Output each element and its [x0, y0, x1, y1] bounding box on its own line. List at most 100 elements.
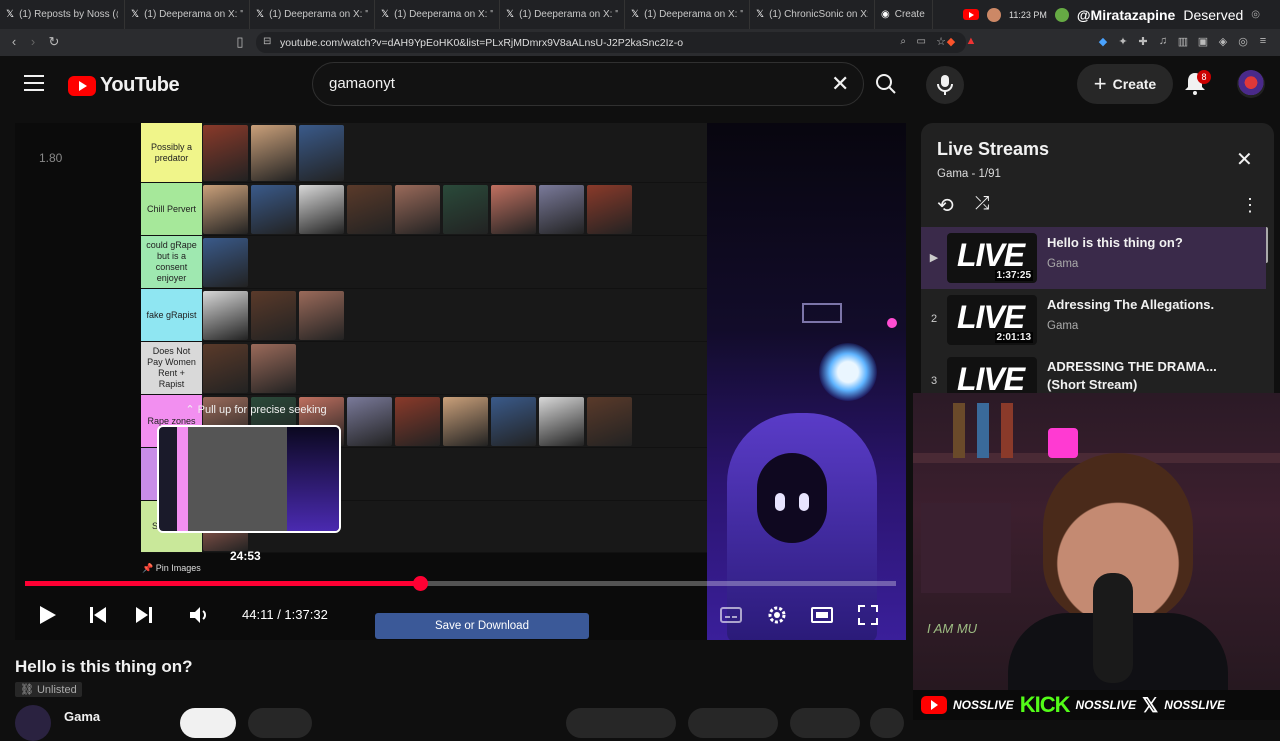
pin-images-text: Pin Images	[155, 563, 201, 573]
time-display: 44:11 / 1:37:32	[242, 607, 328, 622]
play-button[interactable]	[35, 603, 59, 627]
browser-tab[interactable]: 𝕏 (1) Deeperama on X: "LM	[375, 0, 500, 29]
search-value: gamaonyt	[329, 75, 395, 92]
shield-icon[interactable]: ▲	[964, 35, 978, 49]
browser-tab[interactable]: 𝕏 (1) Deeperama on X: "htt	[625, 0, 750, 29]
tier-thumbnail	[251, 344, 296, 393]
pepe-icon	[1054, 7, 1069, 22]
playlist-item[interactable]: 2 LIVE 2:01:13 Adressing The Allegations…	[921, 289, 1266, 351]
tier-label: Does Not Pay Women Rent + Rapist	[141, 342, 202, 394]
music-icon[interactable]: ♫	[1156, 35, 1170, 49]
preview-time: 24:53	[230, 549, 261, 563]
close-icon[interactable]: ✕	[1236, 147, 1253, 172]
channel-name[interactable]: Gama	[64, 709, 100, 724]
share-button[interactable]	[688, 708, 778, 738]
previous-button[interactable]	[86, 603, 110, 627]
tab-title: (1) Deeperama on X: "De	[144, 9, 243, 20]
puzzle-icon[interactable]: ✚	[1136, 35, 1150, 49]
search-input[interactable]: gamaonyt ✕	[312, 62, 864, 106]
url-field[interactable]: ⊟ youtube.com/watch?v=dAH9YpEoHK0&list=P…	[256, 32, 966, 53]
thumb-live-text: LIVE	[957, 299, 1025, 335]
moon-graphic	[819, 343, 877, 401]
volume-button[interactable]	[187, 603, 211, 627]
fullscreen-button[interactable]	[856, 603, 880, 627]
stream-social-banner: NOSSLIVE KICK NOSSLIVE 𝕏 NOSSLIVE	[913, 690, 1280, 720]
playlist-thumbnail: LIVE 2:01:13	[947, 295, 1037, 345]
tier-thumbnail	[395, 185, 440, 234]
browser-tab[interactable]: 𝕏 (1) Reposts by Noss (@N	[0, 0, 125, 29]
tier-row: Chill Pervert	[141, 183, 707, 236]
tier-thumbnail	[491, 397, 536, 446]
bookmark-icon[interactable]: ▯	[230, 34, 250, 50]
theater-mode-button[interactable]	[810, 603, 834, 627]
zoom-icon[interactable]: ⌕	[900, 36, 906, 47]
playlist-index: 3	[930, 375, 938, 387]
sidebar-icon[interactable]: ▥	[1176, 35, 1190, 49]
link-icon: ⛓	[20, 684, 34, 696]
subscribe-button[interactable]	[180, 708, 236, 738]
figure-eye-graphic	[775, 493, 785, 511]
extension-icon[interactable]: ✦	[1116, 35, 1130, 49]
browser-tab[interactable]: 𝕏 (1) Deeperama on X: "De	[125, 0, 250, 29]
join-button[interactable]	[248, 708, 312, 738]
cast-icon[interactable]: ▭	[917, 36, 926, 47]
browser-tab[interactable]: 𝕏 (1) Deeperama on X: "Th	[250, 0, 375, 29]
discord-icon: ◉	[881, 9, 890, 20]
progress-bar[interactable]	[25, 576, 896, 591]
save-button[interactable]	[790, 708, 860, 738]
settings-gear-icon[interactable]	[765, 603, 789, 627]
wallet-icon[interactable]: ▣	[1196, 35, 1210, 49]
close-icon[interactable]: ✕	[831, 71, 849, 97]
scrubber-handle[interactable]	[412, 576, 428, 591]
more-vert-icon[interactable]: ⋮	[1241, 195, 1259, 216]
vpn-icon[interactable]: ◈	[1216, 35, 1230, 49]
youtube-icon	[963, 9, 980, 20]
browser-tab[interactable]: 𝕏 (1) Deeperama on X: "htt	[500, 0, 625, 29]
microphone-icon	[1093, 573, 1133, 683]
tier-label: Possibly a predator	[141, 123, 202, 182]
next-button[interactable]	[132, 603, 156, 627]
video-player[interactable]: 1.80 Possibly a predator Chill Pervert cou…	[15, 123, 906, 640]
overlay-handle: @Miratazapine	[1076, 6, 1176, 23]
playlist-title[interactable]: Live Streams	[937, 139, 1049, 160]
tier-thumbnail	[251, 291, 296, 340]
account-avatar[interactable]	[1237, 70, 1265, 98]
channel-avatar[interactable]	[15, 705, 51, 741]
tier-thumbnail	[203, 344, 248, 393]
tab-title: (1) ChronicSonic on X: "N	[769, 9, 868, 20]
extension-icon[interactable]: ◆	[1096, 35, 1110, 49]
playlist-item-channel: Gama	[1047, 258, 1079, 270]
playlist-item[interactable]: ▶ LIVE 1:37:25 Hello is this thing on? G…	[921, 227, 1266, 289]
thumb-duration: 2:01:13	[994, 332, 1033, 343]
current-time: 44:11	[242, 607, 274, 622]
tier-thumbnail	[539, 185, 584, 234]
browser-tab[interactable]: 𝕏 (1) ChronicSonic on X: "N	[750, 0, 875, 29]
leo-icon[interactable]: ◎	[1236, 35, 1250, 49]
forward-icon[interactable]: ›	[23, 34, 43, 49]
back-icon[interactable]: ‹	[4, 34, 24, 49]
x-icon: 𝕏	[1142, 694, 1159, 717]
playlist-item-channel: Gama	[1047, 320, 1079, 332]
voice-search-button[interactable]	[926, 66, 964, 104]
create-button[interactable]: + Create	[1077, 64, 1173, 104]
captions-button[interactable]	[719, 603, 743, 627]
menu-icon[interactable]: ≡	[1256, 35, 1270, 49]
like-button[interactable]	[566, 708, 676, 738]
youtube-play-icon	[68, 75, 96, 96]
poster-graphic	[921, 503, 1011, 593]
brave-icon[interactable]: ◆	[944, 35, 958, 49]
thumb-duration: 1:37:25	[994, 270, 1033, 281]
reload-icon[interactable]: ↻	[44, 34, 64, 50]
hamburger-menu-icon[interactable]	[24, 75, 44, 91]
save-download-button[interactable]: Save or Download	[375, 613, 589, 639]
tier-thumbnail	[395, 397, 440, 446]
hooded-figure-graphic	[727, 413, 877, 640]
shuffle-icon[interactable]: ⤮	[975, 193, 989, 214]
browser-tab[interactable]: ◉ Create a DISC	[875, 0, 933, 29]
more-actions-button[interactable]	[870, 708, 904, 738]
youtube-logo[interactable]: YouTube	[68, 74, 180, 97]
figure-eye-graphic	[799, 493, 809, 511]
tier-thumbnail	[443, 185, 488, 234]
loop-icon[interactable]: ⟲	[937, 193, 954, 218]
speed-badge: 1.80	[39, 151, 63, 165]
